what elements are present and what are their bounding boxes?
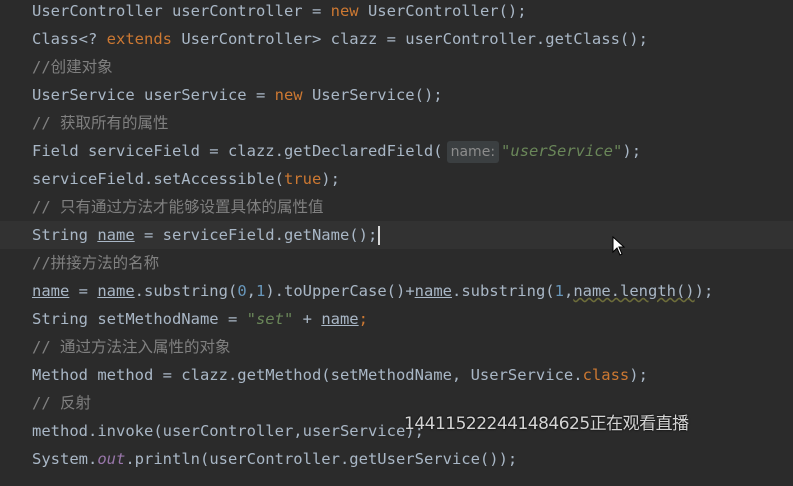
code-line-10[interactable]: //拼接方法的名称 <box>0 249 793 277</box>
code-token: System. <box>32 450 98 468</box>
code-token: .substring( <box>451 282 555 300</box>
code-token: UserService(); <box>302 86 443 104</box>
variable-token: name <box>32 282 70 300</box>
code-line-13[interactable]: // 通过方法注入属性的对象 <box>0 333 793 361</box>
code-token: = <box>69 282 98 300</box>
code-token: .substring( <box>134 282 238 300</box>
keyword-token: new <box>274 86 303 104</box>
variable-token: name <box>321 310 359 328</box>
code-line-17[interactable]: System.out.println(userController.getUse… <box>0 445 793 473</box>
variable-token: name <box>97 226 135 244</box>
comment-token: //创建对象 <box>32 58 113 76</box>
code-line-8[interactable]: // 只有通过方法才能够设置具体的属性值 <box>0 193 793 221</box>
code-line-7[interactable]: serviceField.setAccessible(true); <box>0 165 793 193</box>
code-line-4[interactable]: UserService userService = new UserServic… <box>0 81 793 109</box>
variable-token: name <box>97 282 135 300</box>
variable-token: name <box>414 282 452 300</box>
comment-token: //拼接方法的名称 <box>32 254 160 272</box>
number-token: 1 <box>256 282 266 300</box>
code-line-14[interactable]: Method method = clazz.getMethod(setMetho… <box>0 361 793 389</box>
code-token: ); <box>321 170 340 188</box>
code-token: UserController> clazz = userController.g… <box>171 30 648 48</box>
string-token: "set" <box>246 310 294 328</box>
code-token: UserService userService = <box>32 86 275 104</box>
keyword-token: class <box>582 366 630 384</box>
live-viewer-watermark: 144115222441484625正在观看直播 <box>404 414 689 434</box>
code-token: Field serviceField = clazz.getDeclaredFi… <box>32 142 443 160</box>
keyword-token: new <box>330 2 359 20</box>
comment-token: // 获取所有的属性 <box>32 114 169 132</box>
code-token: .println(userController.getUserService()… <box>125 450 518 468</box>
code-token: ).toUpperCase()+ <box>265 282 415 300</box>
code-line-12[interactable]: String setMethodName = "set" + name; <box>0 305 793 333</box>
code-token: String <box>32 226 98 244</box>
string-token: "userService" <box>501 142 623 160</box>
code-token: UserController(); <box>358 2 527 20</box>
code-line-1[interactable]: UserController userController = new User… <box>0 0 793 25</box>
keyword-token: extends <box>106 30 172 48</box>
code-line-3[interactable]: //创建对象 <box>0 53 793 81</box>
number-token: 1 <box>554 282 564 300</box>
code-token: String setMethodName = <box>32 310 247 328</box>
code-token: + <box>293 310 322 328</box>
code-line-9-current[interactable]: String name = serviceField.getName(); <box>0 221 793 249</box>
code-token: = serviceField.getName(); <box>134 226 378 244</box>
code-token: Class<? <box>32 30 107 48</box>
code-token: method.invoke(userController,userService… <box>32 422 424 440</box>
code-token: UserController userController = <box>32 2 331 20</box>
code-line-6[interactable]: Field serviceField = clazz.getDeclaredFi… <box>0 137 793 165</box>
static-field-token: out <box>97 450 126 468</box>
comment-token: // 只有通过方法才能够设置具体的属性值 <box>32 198 324 216</box>
code-token: serviceField.setAccessible( <box>32 170 284 188</box>
code-line-11[interactable]: name = name.substring(0,1).toUpperCase()… <box>0 277 793 305</box>
code-token: , <box>246 282 256 300</box>
text-caret <box>378 226 381 245</box>
code-line-5[interactable]: // 获取所有的属性 <box>0 109 793 137</box>
code-token: ; <box>358 310 368 328</box>
comment-token: // 反射 <box>32 394 91 412</box>
code-token: , <box>563 282 574 300</box>
comment-token: // 通过方法注入属性的对象 <box>32 338 231 356</box>
code-token: ); <box>629 366 648 384</box>
mouse-pointer-icon <box>612 236 626 256</box>
number-token: 0 <box>237 282 247 300</box>
code-token: ); <box>694 282 714 300</box>
code-token: Method method = clazz.getMethod(setMetho… <box>32 366 583 384</box>
code-token: ); <box>622 142 642 160</box>
keyword-token: true <box>283 170 322 188</box>
parameter-hint: name: <box>446 141 500 163</box>
warning-token: name.length() <box>573 282 695 300</box>
code-line-2[interactable]: Class<? extends UserController> clazz = … <box>0 25 793 53</box>
